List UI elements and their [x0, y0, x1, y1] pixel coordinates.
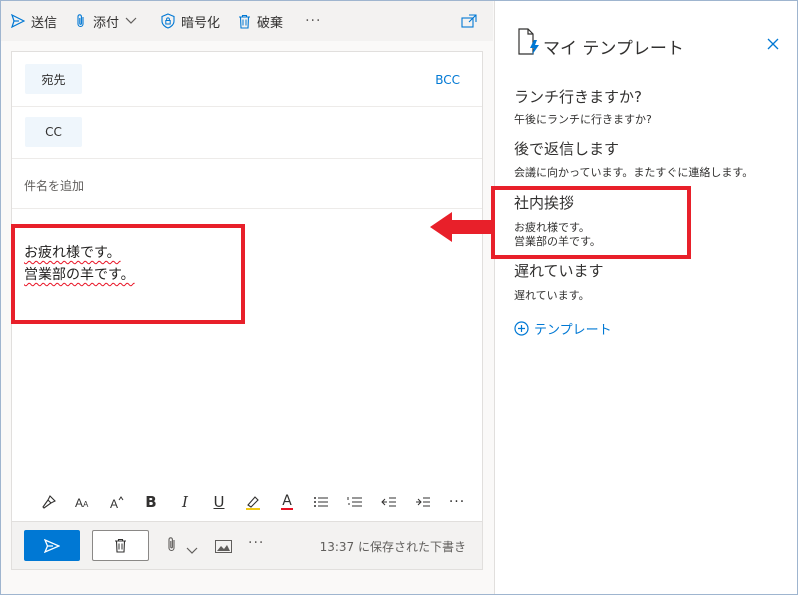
svg-text:A: A [83, 500, 89, 509]
image-icon [215, 540, 232, 553]
encrypt-label: 暗号化 [181, 15, 221, 31]
template-title: ランチ行きますか? [514, 88, 642, 106]
more-options-button[interactable]: ··· [305, 13, 321, 29]
send-label: 送信 [31, 15, 58, 31]
add-circle-icon [514, 321, 529, 336]
template-body: 会議に向かっています。またすぐに連絡します。 [514, 166, 754, 179]
template-title: 遅れています [514, 262, 604, 280]
font-size-button[interactable]: AA [66, 487, 100, 517]
popout-button[interactable] [461, 13, 477, 32]
close-panel-button[interactable] [767, 35, 779, 54]
to-row: 宛先 BCC [12, 52, 482, 107]
discard-button[interactable] [92, 530, 149, 561]
highlight-button[interactable] [236, 487, 270, 517]
bullet-list-icon [314, 497, 328, 507]
discard-label: 破棄 [257, 15, 284, 31]
bold-button[interactable]: B [134, 487, 168, 517]
format-painter-button[interactable] [32, 487, 66, 517]
paperclip-icon [168, 537, 175, 552]
template-doc-icon [517, 28, 541, 60]
format-more-button[interactable]: ··· [440, 487, 474, 517]
chevron-down-icon [125, 17, 137, 24]
format-toolbar: AA A B I U A ··· [11, 483, 483, 521]
annotation-box-template [491, 186, 691, 259]
send-button[interactable] [24, 530, 80, 561]
panel-title: マイ テンプレート [543, 39, 684, 59]
shield-lock-icon [161, 13, 175, 29]
document-lightning-icon [518, 28, 539, 55]
trash-icon [115, 538, 126, 553]
bcc-link[interactable]: BCC [435, 73, 460, 87]
grow-font-button[interactable]: A [100, 487, 134, 517]
annotation-arrow [430, 212, 492, 242]
grow-font-icon: A [110, 496, 124, 509]
annotation-box-body [11, 224, 245, 324]
draft-saved-status: 13:37 に保存された下書き [319, 540, 466, 554]
decrease-indent-button[interactable] [372, 487, 406, 517]
attach-toolbar-button[interactable]: 添付 [75, 1, 143, 41]
font-size-icon: AA [75, 496, 89, 509]
template-body: 午後にランチに行きますか? [514, 113, 652, 126]
highlighter-icon [246, 496, 260, 510]
add-template-button[interactable]: テンプレート [514, 319, 612, 338]
increase-indent-button[interactable] [406, 487, 440, 517]
compose-action-bar: ··· 13:37 に保存された下書き [11, 522, 483, 570]
bullets-button[interactable] [304, 487, 338, 517]
attach-button[interactable] [166, 536, 178, 558]
paperclip-icon [77, 14, 84, 28]
add-template-label: テンプレート [534, 323, 612, 338]
svg-text:A: A [75, 496, 83, 509]
numbered-list-icon [347, 497, 362, 507]
font-color-letter: A [282, 492, 292, 509]
indent-icon [416, 497, 430, 507]
my-templates-panel: マイ テンプレート ランチ行きますか? 午後にランチに行きますか? 後で返信しま… [494, 1, 797, 594]
numbering-button[interactable] [338, 487, 372, 517]
paintbrush-icon [42, 495, 56, 509]
compose-toolbar: 送信 添付 暗号化 破棄 ··· [1, 1, 493, 41]
subject-row[interactable]: 件名を追加 [12, 159, 482, 209]
send-toolbar-button[interactable]: 送信 [11, 1, 57, 41]
subject-input[interactable]: 件名を追加 [24, 177, 84, 194]
send-icon [44, 538, 60, 553]
template-title: 後で返信します [514, 140, 620, 158]
close-icon [767, 38, 779, 50]
outdent-icon [381, 497, 396, 507]
popout-icon [461, 14, 477, 28]
template-body: 遅れています。 [514, 289, 590, 302]
cc-button[interactable]: CC [25, 117, 82, 147]
send-icon [11, 14, 25, 28]
underline-button[interactable]: U [202, 487, 236, 517]
trash-icon [239, 14, 251, 29]
to-button[interactable]: 宛先 [25, 64, 82, 94]
encrypt-toolbar-button[interactable]: 暗号化 [161, 1, 220, 41]
discard-toolbar-button[interactable]: 破棄 [238, 1, 283, 41]
attach-label: 添付 [93, 15, 120, 31]
action-more-button[interactable]: ··· [248, 535, 264, 551]
font-color-swatch [281, 507, 293, 510]
cc-row: CC [12, 107, 482, 159]
svg-text:A: A [110, 497, 118, 509]
insert-picture-button[interactable] [215, 538, 232, 557]
chevron-down-icon [186, 547, 198, 554]
font-color-button[interactable]: A [270, 487, 304, 517]
italic-button[interactable]: I [168, 487, 202, 517]
attach-dropdown-button[interactable] [186, 540, 198, 559]
